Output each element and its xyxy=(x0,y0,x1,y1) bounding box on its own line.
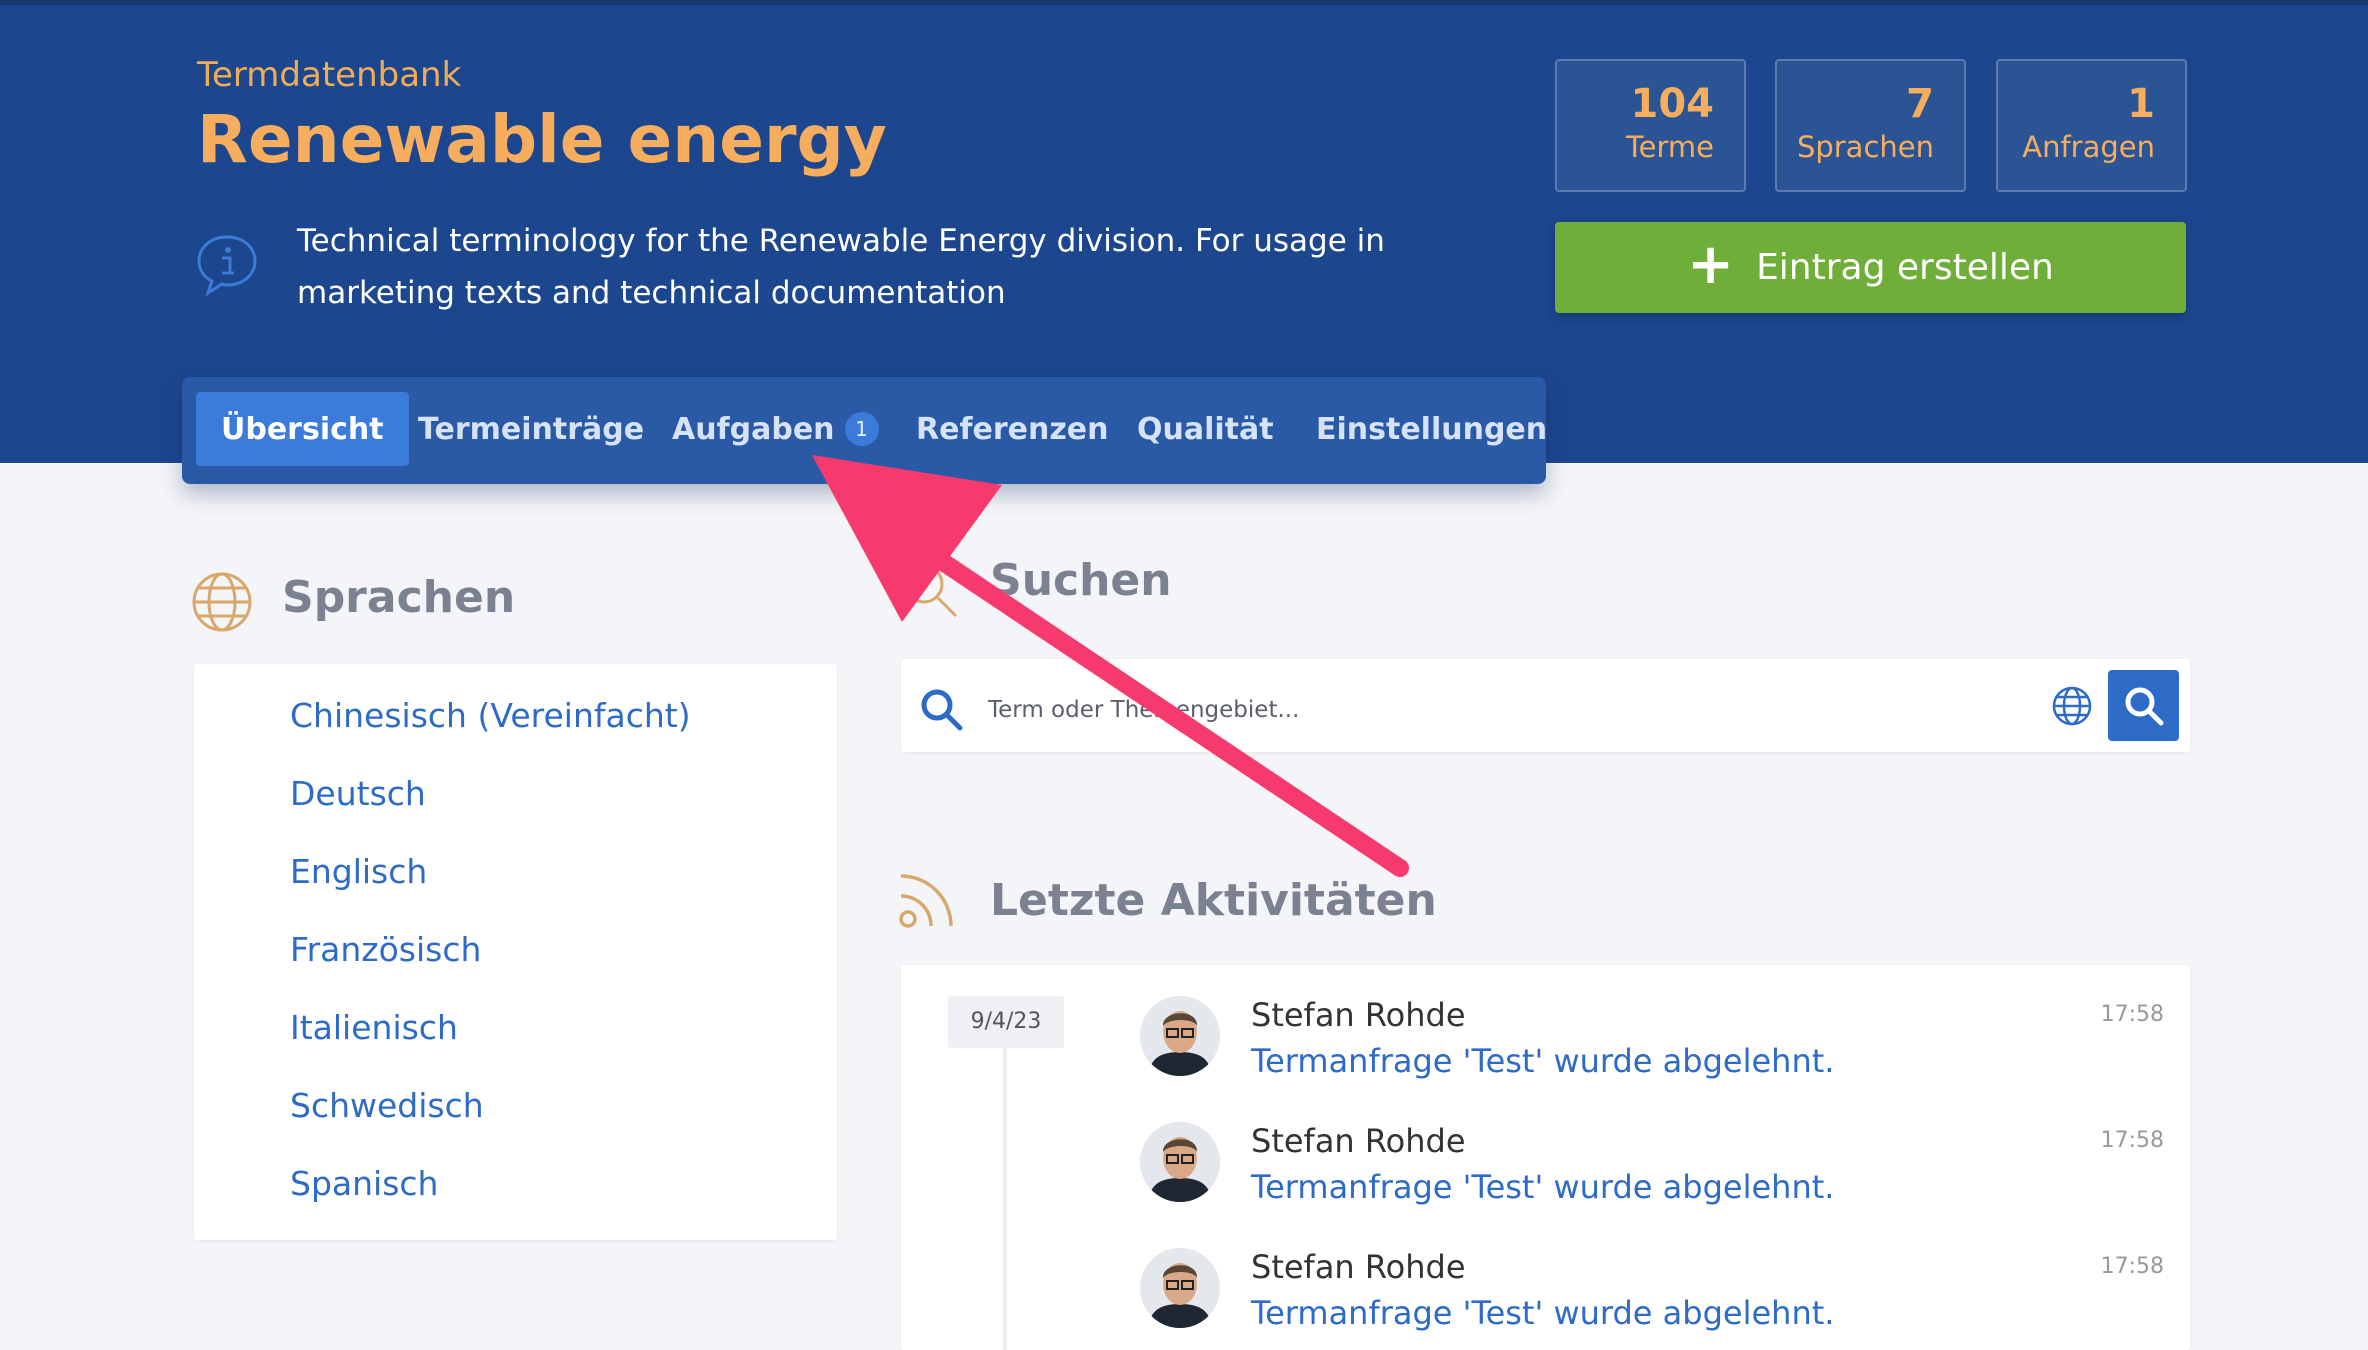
activity-time: 17:58 xyxy=(2100,1002,2164,1027)
page-title: Renewable energy xyxy=(197,101,887,178)
tab-qualitaet[interactable]: Qualität xyxy=(1137,392,1274,466)
tab-referenzen[interactable]: Referenzen xyxy=(916,392,1109,466)
timeline-line xyxy=(1003,1048,1007,1350)
info-icon xyxy=(197,235,257,297)
stat-value: 104 xyxy=(1630,81,1715,127)
language-item[interactable]: Chinesisch (Vereinfacht) xyxy=(290,696,691,735)
rss-icon xyxy=(899,874,953,928)
language-item[interactable]: Schwedisch xyxy=(290,1086,484,1125)
tab-label: Qualität xyxy=(1137,411,1274,447)
language-filter-globe-icon[interactable] xyxy=(2051,685,2093,727)
breadcrumb-termdatenbank[interactable]: Termdatenbank xyxy=(197,55,461,95)
plus-icon: + xyxy=(1687,231,1735,297)
language-item[interactable]: Spanisch xyxy=(290,1164,438,1203)
tab-termeintraege[interactable]: Termeinträge xyxy=(418,392,644,466)
search-title: Suchen xyxy=(990,555,1172,606)
activity-time: 17:58 xyxy=(2100,1254,2164,1279)
activity-user: Stefan Rohde xyxy=(1251,1248,1466,1286)
activity-link[interactable]: Termanfrage 'Test' wurde abgelehnt. xyxy=(1251,1042,1834,1080)
tab-label: Einstellungen xyxy=(1316,411,1548,447)
tab-label: Termeinträge xyxy=(418,411,645,447)
create-entry-label: Eintrag erstellen xyxy=(1756,247,2054,288)
activity-item: Stefan Rohde Termanfrage 'Test' wurde ab… xyxy=(1140,1248,2180,1348)
stat-label: Terme xyxy=(1625,130,1714,164)
tab-aufgaben[interactable]: Aufgaben 1 xyxy=(672,392,879,466)
stat-value: 7 xyxy=(1906,81,1934,127)
avatar[interactable] xyxy=(1140,996,1220,1076)
languages-card: Chinesisch (Vereinfacht) Deutsch Englisc… xyxy=(194,664,837,1240)
avatar[interactable] xyxy=(1140,1122,1220,1202)
main-nav: Übersicht Termeinträge Aufgaben 1 Refere… xyxy=(182,377,1547,484)
avatar-photo xyxy=(1140,1248,1220,1328)
search-button[interactable] xyxy=(2108,670,2179,741)
search-button-icon xyxy=(2125,687,2163,725)
activity-link[interactable]: Termanfrage 'Test' wurde abgelehnt. xyxy=(1251,1294,1834,1332)
languages-title: Sprachen xyxy=(282,572,516,623)
language-item[interactable]: Deutsch xyxy=(290,774,426,813)
tab-label: Referenzen xyxy=(916,411,1109,447)
avatar-photo xyxy=(1140,996,1220,1076)
activity-user: Stefan Rohde xyxy=(1251,1122,1466,1160)
tasks-count-badge: 1 xyxy=(844,412,879,446)
avatar-photo xyxy=(1140,1122,1220,1202)
activity-link[interactable]: Termanfrage 'Test' wurde abgelehnt. xyxy=(1251,1168,1834,1206)
language-item[interactable]: Italienisch xyxy=(290,1008,458,1047)
stat-anfragen[interactable]: 1 Anfragen xyxy=(1996,59,2187,192)
create-entry-button[interactable]: + Eintrag erstellen xyxy=(1555,222,2186,313)
search-section-icon xyxy=(904,564,958,618)
activity-item: Stefan Rohde Termanfrage 'Test' wurde ab… xyxy=(1140,996,2180,1096)
database-description: Technical terminology for the Renewable … xyxy=(297,223,1385,311)
stat-terme[interactable]: 104 Terme xyxy=(1555,59,1746,192)
stat-value: 1 xyxy=(2127,81,2155,127)
stat-label: Anfragen xyxy=(2022,130,2155,164)
tab-label: Aufgaben xyxy=(672,411,835,447)
activity-user: Stefan Rohde xyxy=(1251,996,1466,1034)
globe-icon xyxy=(192,572,252,632)
activity-date: 9/4/23 xyxy=(948,996,1064,1048)
activity-time: 17:58 xyxy=(2100,1128,2164,1153)
stat-label: Sprachen xyxy=(1796,130,1934,164)
avatar[interactable] xyxy=(1140,1248,1220,1328)
tab-label: Übersicht xyxy=(221,411,384,447)
tab-uebersicht[interactable]: Übersicht xyxy=(196,392,409,466)
activity-title: Letzte Aktivitäten xyxy=(990,875,1437,926)
stat-sprachen[interactable]: 7 Sprachen xyxy=(1775,59,1966,192)
language-item[interactable]: Englisch xyxy=(290,852,427,891)
search-icon xyxy=(921,689,963,731)
language-item[interactable]: Französisch xyxy=(290,930,481,969)
search-input[interactable] xyxy=(988,692,1988,728)
activity-item: Stefan Rohde Termanfrage 'Test' wurde ab… xyxy=(1140,1122,2180,1222)
tab-einstellungen[interactable]: Einstellungen xyxy=(1316,392,1547,466)
